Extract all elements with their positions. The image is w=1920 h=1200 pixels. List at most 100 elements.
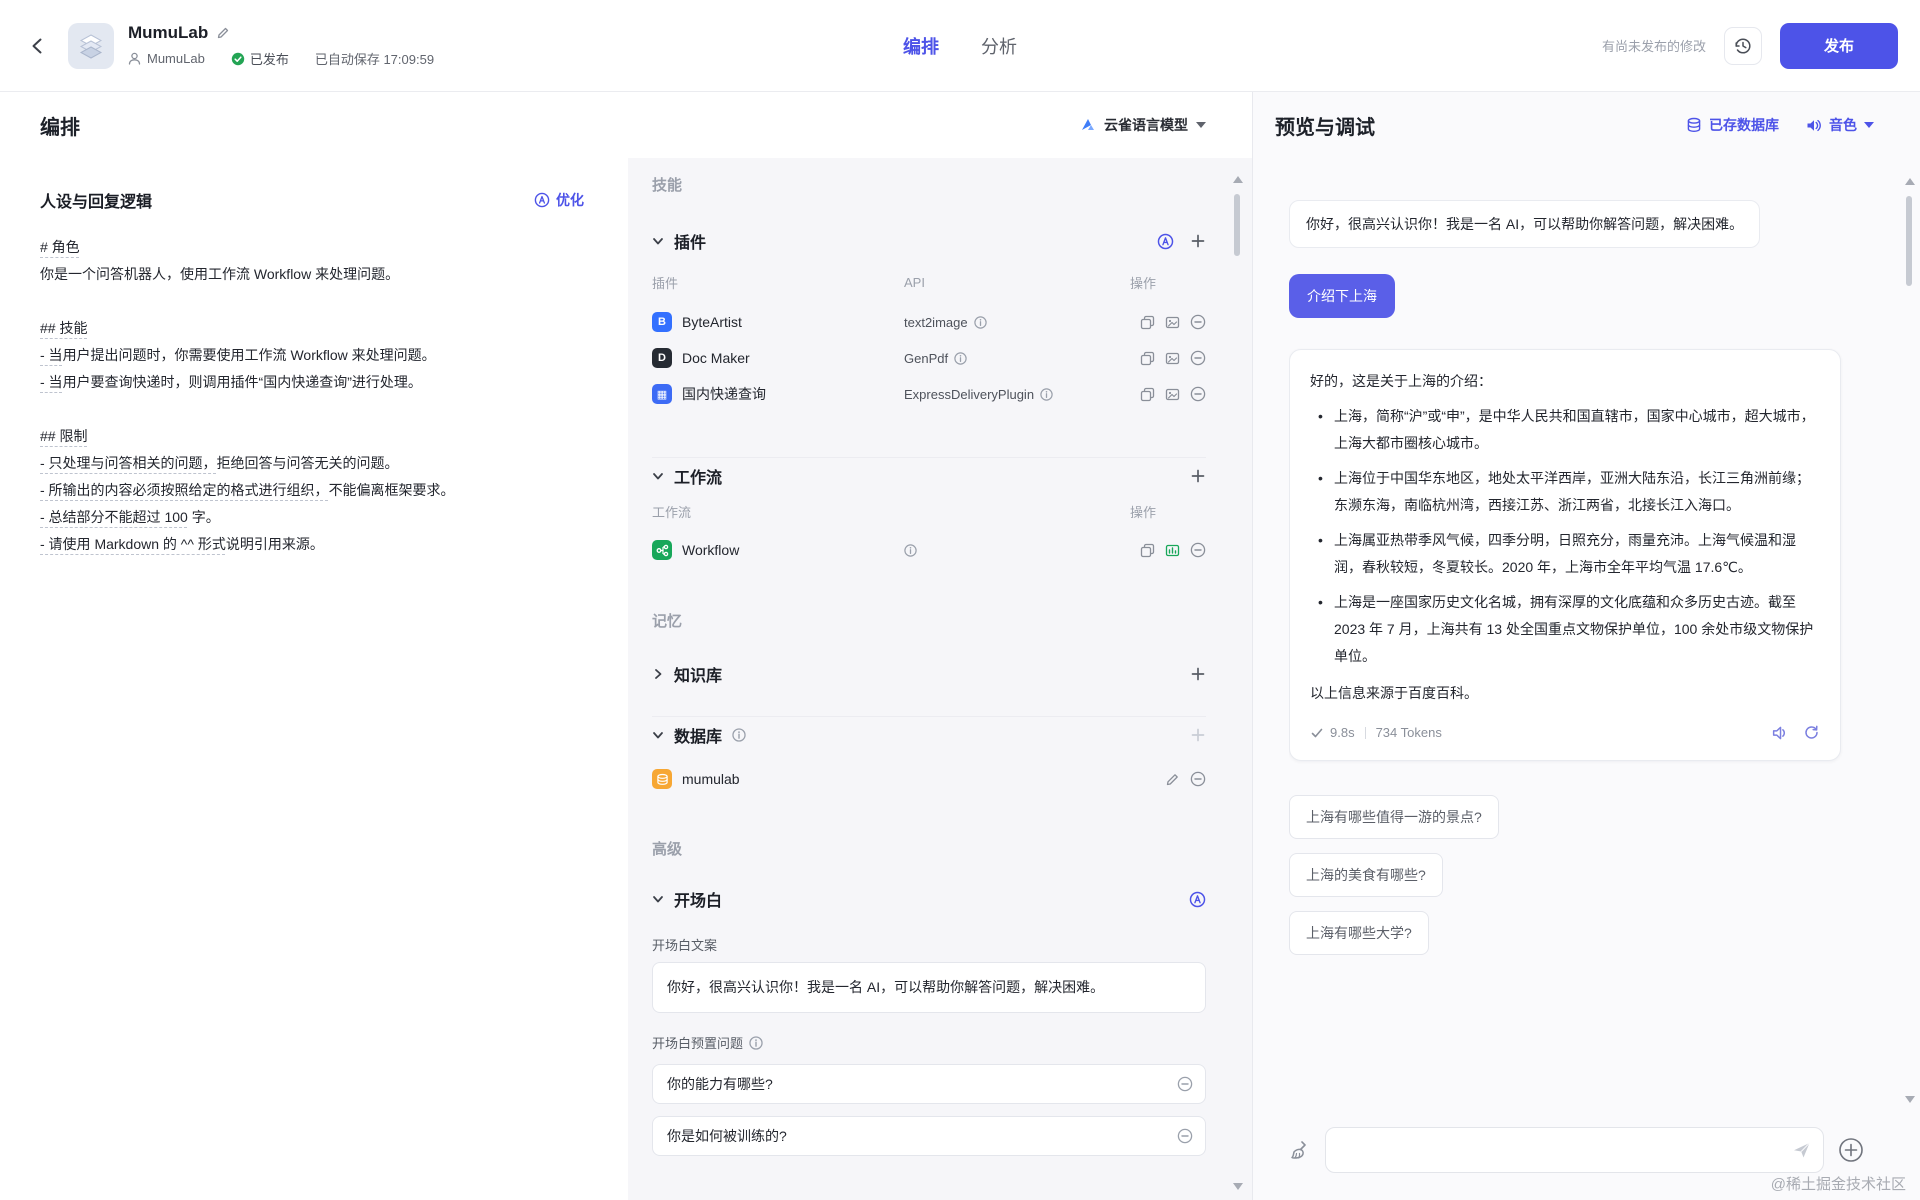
- remove-icon[interactable]: [1190, 386, 1206, 402]
- send-icon[interactable]: [1792, 1140, 1812, 1160]
- add-database-button[interactable]: [1190, 727, 1206, 743]
- person-icon: [128, 52, 141, 65]
- add-plugin-button[interactable]: [1190, 233, 1206, 249]
- clear-context-icon[interactable]: [1289, 1139, 1311, 1161]
- model-selector[interactable]: 云雀语言模型: [1080, 115, 1206, 135]
- tab-analyze[interactable]: 分析: [981, 33, 1017, 59]
- plus-icon: [1190, 727, 1206, 743]
- info-icon[interactable]: [904, 544, 917, 557]
- suggested-question-chip[interactable]: 上海有哪些值得一游的景点?: [1289, 795, 1499, 839]
- scroll-up-icon[interactable]: [1233, 176, 1243, 183]
- info-icon[interactable]: [1040, 388, 1053, 401]
- preview-scrollbar[interactable]: [1902, 92, 1918, 1200]
- database-icon: [652, 769, 672, 789]
- voice-icon: [1805, 117, 1822, 134]
- ai-icon: [1189, 891, 1206, 908]
- add-attachment-icon[interactable]: [1838, 1137, 1864, 1163]
- scroll-down-icon[interactable]: [1905, 1096, 1915, 1103]
- ai-icon: [534, 192, 550, 208]
- workflow-title: 工作流: [674, 464, 722, 488]
- tab-arrange[interactable]: 编排: [903, 33, 939, 59]
- card-preview-icon[interactable]: [1165, 315, 1180, 330]
- plugin-logo-icon: D: [652, 348, 672, 368]
- plugins-title: 插件: [674, 229, 706, 253]
- remove-icon[interactable]: [1190, 542, 1206, 558]
- layers-icon: [76, 31, 106, 61]
- prompt-line: - 请使用 Markdown 的 ^^ 形式说明引用来源。: [40, 531, 584, 558]
- plugin-api-name: GenPdf: [904, 351, 948, 366]
- skills-scrollbar[interactable]: [1230, 158, 1246, 1200]
- plus-icon: [1190, 468, 1206, 484]
- scroll-up-icon[interactable]: [1905, 178, 1915, 185]
- speaker-icon[interactable]: [1771, 724, 1789, 742]
- database-collapse-toggle[interactable]: 数据库: [652, 723, 746, 747]
- section-label-advanced: 高级: [652, 838, 1206, 859]
- chat-area: 你好，很高兴认识你！我是一名 AI，可以帮助你解答问题，解决困难。 介绍下上海 …: [1289, 158, 1864, 1118]
- chat-input[interactable]: [1325, 1127, 1824, 1173]
- top-bar: MumuLab MumuLab 已发布 已自动保存 17:09:59 编排: [0, 0, 1920, 92]
- copy-icon[interactable]: [1140, 387, 1155, 402]
- scroll-down-icon[interactable]: [1233, 1183, 1243, 1190]
- prompt-line: ## 限制: [40, 423, 584, 450]
- suggested-question-chip[interactable]: 上海有哪些大学?: [1289, 911, 1429, 955]
- add-knowledge-button[interactable]: [1190, 666, 1206, 682]
- preset-question-input[interactable]: 你是如何被训练的?: [652, 1116, 1206, 1156]
- card-preview-icon[interactable]: [1165, 387, 1180, 402]
- persona-prompt-editor[interactable]: # 角色你是一个问答机器人，使用工作流 Workflow 来处理问题。## 技能…: [40, 234, 584, 558]
- copy-icon[interactable]: [1140, 351, 1155, 366]
- remove-icon[interactable]: [1177, 1128, 1193, 1144]
- voice-selector-button[interactable]: 音色: [1805, 115, 1874, 135]
- add-workflow-button[interactable]: [1190, 468, 1206, 484]
- skills-panel: 技能 插件 插件 API 操作: [628, 158, 1252, 1200]
- plugins-collapse-toggle[interactable]: 插件: [652, 229, 706, 253]
- edit-pencil-icon[interactable]: [1165, 772, 1180, 787]
- opening-collapse-toggle[interactable]: 开场白: [652, 887, 722, 911]
- opening-ai-button[interactable]: [1189, 891, 1206, 908]
- plugin-api-name: ExpressDeliveryPlugin: [904, 387, 1034, 402]
- preset-question-list: 你的能力有哪些? 你是如何被训练的?: [652, 1064, 1206, 1156]
- section-label-memory: 记忆: [652, 610, 1206, 631]
- plugin-name: ByteArtist: [682, 314, 742, 330]
- info-icon[interactable]: [732, 728, 746, 742]
- app-title-block: MumuLab MumuLab 已发布 已自动保存 17:09:59: [128, 23, 434, 68]
- back-button[interactable]: [22, 30, 54, 62]
- arrange-title: 编排: [40, 111, 80, 140]
- info-icon[interactable]: [974, 316, 987, 329]
- scrollbar-thumb[interactable]: [1906, 196, 1912, 286]
- suggested-question-chip[interactable]: 上海的美食有哪些?: [1289, 853, 1443, 897]
- workflow-collapse-toggle[interactable]: 工作流: [652, 464, 722, 488]
- card-preview-icon[interactable]: [1165, 351, 1180, 366]
- optimize-button[interactable]: 优化: [534, 190, 584, 210]
- answer-bullet: 上海属亚热带季风气候，四季分明，日照充分，雨量充沛。上海气候温和湿润，春秋较短，…: [1316, 527, 1820, 581]
- persona-title: 人设与回复逻辑: [40, 188, 152, 212]
- copy-icon[interactable]: [1140, 543, 1155, 558]
- copy-icon[interactable]: [1140, 315, 1155, 330]
- chevron-down-icon: [652, 729, 664, 741]
- database-table: mumulab: [652, 761, 1206, 797]
- info-icon[interactable]: [954, 352, 967, 365]
- remove-icon[interactable]: [1177, 1076, 1193, 1092]
- remove-icon[interactable]: [1190, 314, 1206, 330]
- plugin-row: B ByteArtist text2image: [652, 304, 1206, 340]
- prompt-line: [40, 396, 584, 423]
- plugin-name: 国内快递查询: [682, 384, 766, 404]
- edit-pencil-icon[interactable]: [216, 26, 230, 40]
- saved-database-button[interactable]: 已存数据库: [1686, 115, 1779, 135]
- plugins-ai-button[interactable]: [1157, 233, 1174, 250]
- preset-question-input[interactable]: 你的能力有哪些?: [652, 1064, 1206, 1104]
- chart-icon[interactable]: [1165, 543, 1180, 558]
- scrollbar-thumb[interactable]: [1234, 194, 1240, 256]
- regenerate-icon[interactable]: [1803, 724, 1820, 741]
- opening-preset-label: 开场白预置问题: [652, 1033, 1206, 1052]
- remove-icon[interactable]: [1190, 771, 1206, 787]
- workflow-table-header: 工作流 操作: [652, 499, 1206, 523]
- chevron-down-icon: [652, 470, 664, 482]
- remove-icon[interactable]: [1190, 350, 1206, 366]
- bot-editor-app: MumuLab MumuLab 已发布 已自动保存 17:09:59 编排: [0, 0, 1920, 1200]
- history-button[interactable]: [1724, 27, 1762, 65]
- knowledge-collapse-toggle[interactable]: 知识库: [652, 662, 722, 686]
- info-icon[interactable]: [749, 1036, 763, 1050]
- model-icon: [1080, 117, 1096, 133]
- opening-copy-textarea[interactable]: 你好，很高兴认识你！我是一名 AI，可以帮助你解答问题，解决困难。: [652, 962, 1206, 1013]
- publish-button[interactable]: 发布: [1780, 23, 1898, 69]
